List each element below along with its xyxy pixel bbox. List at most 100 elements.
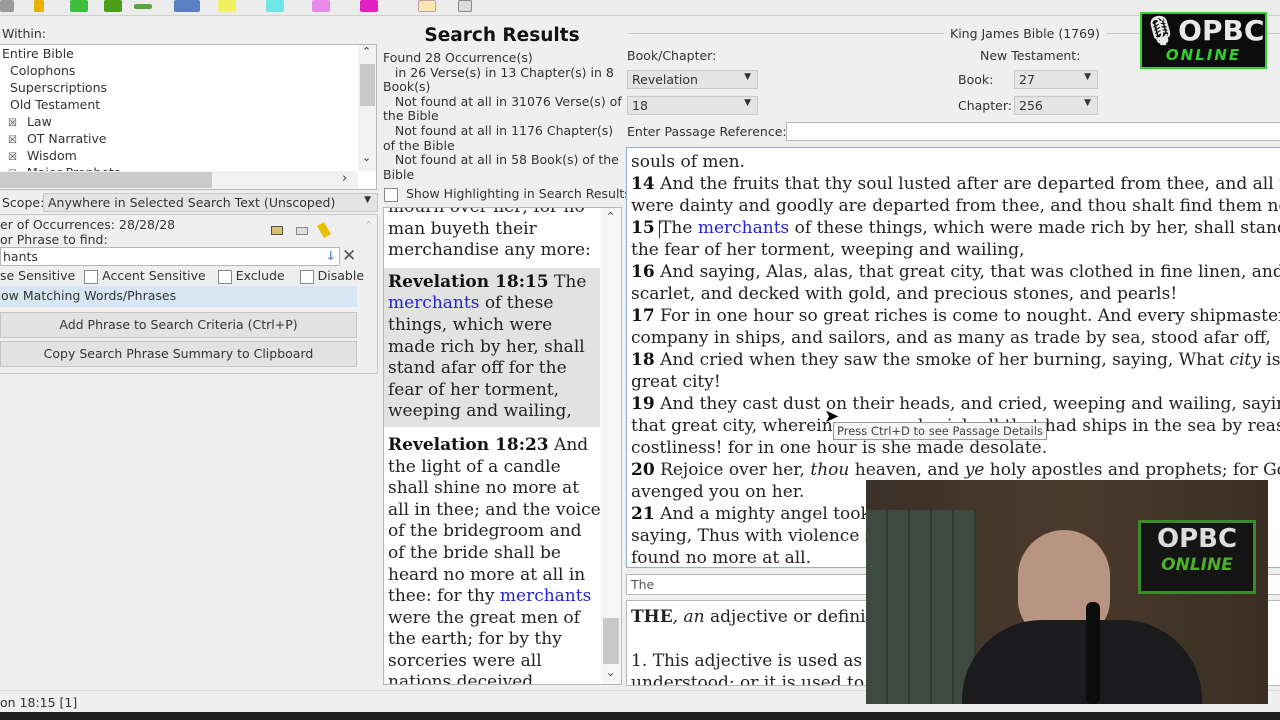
result-reference[interactable]: Revelation 18:15 xyxy=(388,272,549,292)
folder-icon[interactable] xyxy=(296,227,308,235)
scroll-up-icon[interactable]: ⌃ xyxy=(364,219,373,232)
exclude-checkbox[interactable] xyxy=(217,269,232,284)
phrase-value: hants xyxy=(3,249,38,264)
window-icon[interactable] xyxy=(458,0,472,12)
tree-item[interactable]: Colophons xyxy=(10,62,75,79)
tree-vertical-scrollbar[interactable]: ⌃ ⌄ xyxy=(358,45,376,171)
new-folder-icon[interactable] xyxy=(271,226,283,235)
show-matching-words-row[interactable]: ow Matching Words/Phrases xyxy=(0,286,357,307)
show-highlighting-checkbox[interactable] xyxy=(384,187,398,202)
history-arrow-icon[interactable]: ↓ xyxy=(326,248,336,263)
tree-item-label: Superscriptions xyxy=(10,80,108,95)
passage-reference-input[interactable] xyxy=(786,122,1280,141)
bible-version-title: King James Bible (1769) xyxy=(944,26,1106,41)
phrase-input[interactable]: hants ↓ xyxy=(0,247,340,266)
chapter-number-label: Chapter: xyxy=(958,98,1012,113)
verse-line: 21 And a mighty angel took xyxy=(631,503,871,525)
verse-number[interactable]: 15 xyxy=(631,218,655,238)
add-phrase-button[interactable]: Add Phrase to Search Criteria (Ctrl+P) xyxy=(0,312,357,338)
text-segment: heaven, and xyxy=(849,460,965,480)
clear-phrase-icon[interactable]: ✕ xyxy=(342,246,356,266)
dropdown-arrow-icon: ▼ xyxy=(364,195,371,205)
summary-line: Found 28 Occurrence(s) xyxy=(383,50,533,65)
dropdown-arrow-icon: ▼ xyxy=(744,98,751,108)
scope-tree: Entire Bible Colophons Superscriptions Old … xyxy=(0,44,377,190)
webcam-sign: OPBC ONLINE xyxy=(1138,520,1256,594)
highlighter-pink-icon[interactable] xyxy=(312,0,330,12)
checked-box-icon[interactable]: ☒ xyxy=(8,135,17,146)
text-segment: the earth; for by thy xyxy=(388,629,562,650)
verse-number[interactable]: 20 xyxy=(631,460,655,480)
scroll-up-icon[interactable]: ⌃ xyxy=(606,210,615,223)
scroll-up-icon[interactable]: ⌃ xyxy=(362,45,371,58)
verse-number[interactable]: 17 xyxy=(631,306,655,326)
text-segment: were dainty and goodly are departed from… xyxy=(631,196,1280,216)
verse-number[interactable]: 21 xyxy=(631,504,655,524)
chapter-select[interactable]: 18 ▼ xyxy=(627,96,758,115)
result-entry[interactable]: Revelation 18:23 And the light of a candl… xyxy=(384,430,601,684)
bookmark-icon[interactable] xyxy=(34,0,44,12)
chapter-number-select[interactable]: 256 ▼ xyxy=(1014,96,1098,115)
forward-arrow-icon[interactable] xyxy=(134,4,152,9)
scroll-thumb[interactable] xyxy=(360,64,375,106)
results-scrollbar[interactable]: ⌃ ⌄ xyxy=(601,208,621,684)
verse-number[interactable]: 14 xyxy=(631,174,655,194)
back-icon[interactable] xyxy=(0,0,14,12)
verse-number[interactable]: 16 xyxy=(631,262,655,282)
result-entry[interactable]: Revelation 18:15 The merchants of these th… xyxy=(384,267,600,427)
highlighter-magenta-icon[interactable] xyxy=(360,0,378,12)
webcam-overlay: OPBC ONLINE xyxy=(866,480,1268,704)
toolbar xyxy=(0,0,1280,16)
accent-sensitive-checkbox[interactable] xyxy=(84,269,99,284)
tooltip: Press Ctrl+D to see Passage Details xyxy=(833,422,1047,440)
chapter-value: 18 xyxy=(632,98,648,113)
testament-label: New Testament: xyxy=(980,48,1081,63)
book-select[interactable]: Revelation ▼ xyxy=(627,70,758,89)
highlighter-yellow-icon[interactable] xyxy=(218,0,236,12)
scroll-down-icon[interactable]: ⌄ xyxy=(606,666,615,679)
scroll-thumb[interactable] xyxy=(0,172,212,188)
green-book-icon[interactable] xyxy=(104,0,122,12)
text-segment: company in ships, and sailors, and as ma… xyxy=(631,328,1271,348)
scope-value: Anywhere in Selected Search Text (Unscop… xyxy=(48,195,336,210)
copy-summary-button[interactable]: Copy Search Phrase Summary to Clipboard xyxy=(0,341,357,367)
dict-pos: an xyxy=(683,607,705,627)
tree-item[interactable]: Superscriptions xyxy=(10,79,107,96)
text-segment: sorceries were all xyxy=(388,650,542,671)
clipboard-icon[interactable] xyxy=(418,0,436,12)
text-segment: The xyxy=(548,271,587,292)
text-segment: is l xyxy=(1266,350,1280,370)
scope-select[interactable]: Anywhere in Selected Search Text (Unscop… xyxy=(43,193,378,212)
scope-label: Scope: xyxy=(2,195,45,210)
summary-line: in 26 Verse(s) in 13 Chapter(s) in 8 xyxy=(383,64,614,80)
case-sensitive-label: se Sensitive xyxy=(0,268,76,283)
verse-continuation: were dainty and goodly are departed from… xyxy=(631,195,1280,217)
disable-label: Disable xyxy=(317,268,365,283)
webcam-microphone xyxy=(1086,602,1100,704)
highlighter-cyan-icon[interactable] xyxy=(266,0,284,12)
verse-line: 18 And cried when they saw the smoke of … xyxy=(631,349,1280,371)
tree-item[interactable]: Old Testament xyxy=(10,96,100,113)
verse-number[interactable]: 19 xyxy=(631,394,655,414)
notes-icon[interactable] xyxy=(174,0,200,12)
tree-item[interactable]: Entire Bible xyxy=(2,45,74,62)
text-segment: of the bride shall be xyxy=(388,542,561,563)
verse-number[interactable]: 18 xyxy=(631,350,655,370)
green-arrow-icon[interactable] xyxy=(70,0,88,12)
tree-horizontal-scrollbar[interactable]: › xyxy=(0,171,358,189)
book-number-select[interactable]: 27 ▼ xyxy=(1014,70,1098,89)
disable-checkbox[interactable] xyxy=(299,269,314,284)
broom-icon[interactable] xyxy=(317,221,331,239)
scroll-right-icon[interactable]: › xyxy=(342,171,347,186)
results-summary: Found 28 Occurrence(s) in 26 Verse(s) in… xyxy=(383,50,623,182)
scroll-thumb[interactable] xyxy=(603,618,619,664)
tree-item-label: Entire Bible xyxy=(2,46,74,61)
book-number-label: Book: xyxy=(958,72,994,87)
result-reference[interactable]: Revelation 18:23 xyxy=(388,435,549,455)
show-highlighting-label: Show Highlighting in Search Results xyxy=(405,186,631,201)
summary-line: Not found at all in 31076 Verse(s) of xyxy=(383,93,622,109)
checked-box-icon[interactable]: ☒ xyxy=(8,118,17,129)
checked-box-icon[interactable]: ☒ xyxy=(8,152,17,163)
text-segment: saying, Thus with violence s xyxy=(631,526,874,546)
scroll-down-icon[interactable]: ⌄ xyxy=(362,151,371,164)
